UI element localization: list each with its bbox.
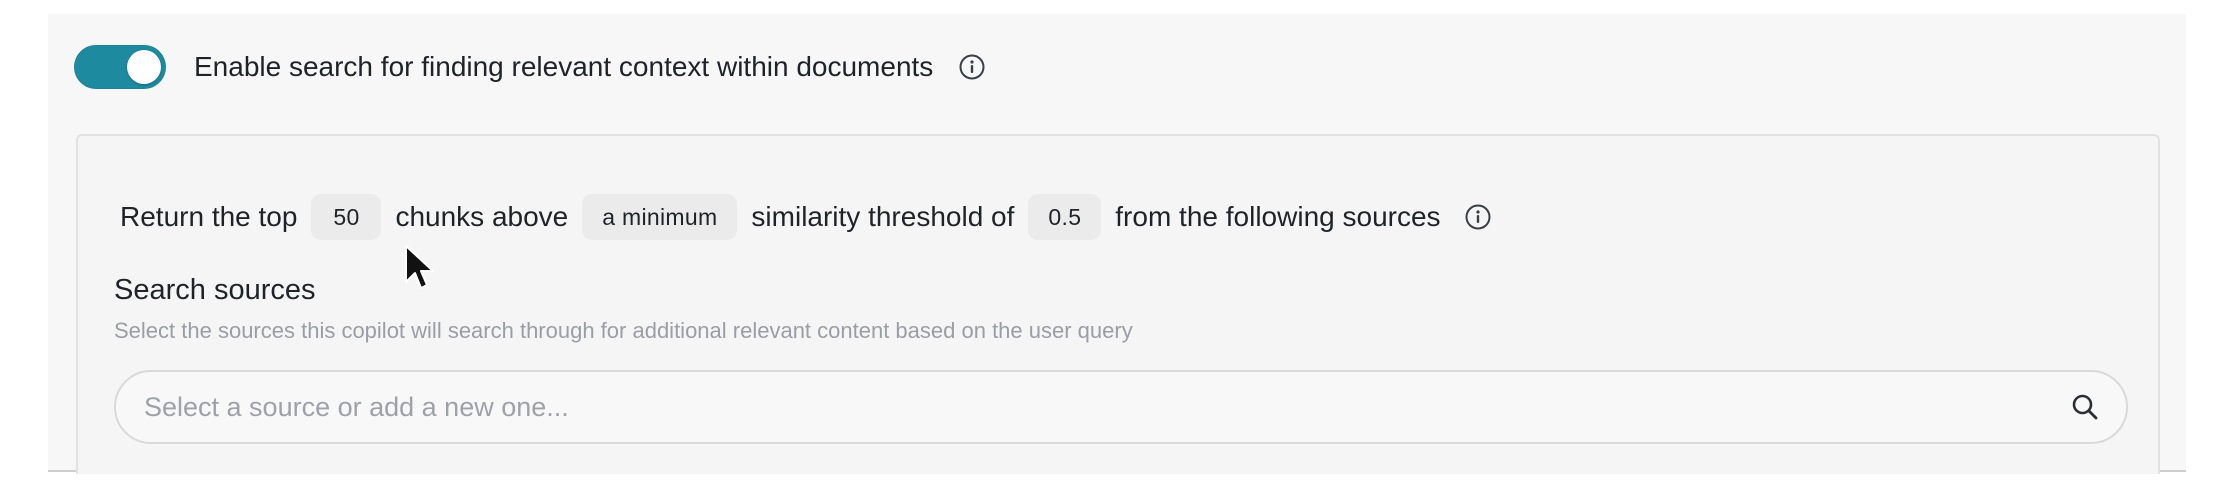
toggle-knob	[127, 50, 161, 84]
retrieval-middle: chunks above	[395, 201, 569, 232]
search-sources-title: Search sources	[114, 274, 316, 306]
mouse-cursor-icon	[405, 245, 434, 289]
enable-search-label: Enable search for finding relevant conte…	[194, 51, 934, 82]
threshold-value-chip[interactable]: 0.5	[1028, 194, 1102, 240]
info-circle-icon[interactable]	[1463, 202, 1493, 232]
retrieval-suffix: from the following sources	[1115, 201, 1441, 232]
search-config-box: Return the top 50 chunks above a minimum…	[76, 134, 2160, 474]
info-circle-icon[interactable]	[957, 52, 987, 82]
retrieval-prefix: Return the top	[120, 201, 298, 232]
source-search-box[interactable]	[114, 370, 2128, 444]
top-k-chip[interactable]: 50	[311, 194, 382, 240]
threshold-mode-chip[interactable]: a minimum	[582, 194, 738, 240]
search-settings-panel: Enable search for finding relevant conte…	[48, 14, 2186, 474]
enable-search-toggle[interactable]	[74, 45, 166, 89]
search-toggle-row: Enable search for finding relevant conte…	[74, 42, 987, 92]
search-icon[interactable]	[2068, 390, 2102, 424]
page: Enable search for finding relevant conte…	[0, 0, 2232, 486]
source-search-input[interactable]	[116, 371, 2068, 443]
search-sources-help: Select the sources this copilot will sea…	[114, 318, 1133, 343]
retrieval-middle2: similarity threshold of	[751, 201, 1015, 232]
retrieval-sentence: Return the top 50 chunks above a minimum…	[114, 194, 1493, 240]
